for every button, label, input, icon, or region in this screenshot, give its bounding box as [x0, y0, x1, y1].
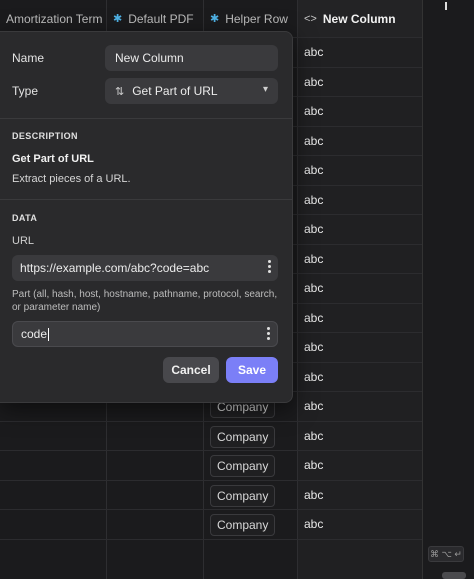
helper-row-chip[interactable]: Company [210, 455, 276, 477]
url-input[interactable]: https://example.com/abc?code=abc [12, 255, 278, 281]
row-divider [0, 450, 422, 451]
column-header-label: Amortization Term [6, 11, 103, 26]
new-column-cell[interactable]: abc [304, 156, 323, 185]
type-select[interactable]: ⇅ Get Part of URL ▾ [105, 78, 278, 104]
new-column-cell[interactable]: abc [304, 333, 323, 362]
new-column-cell[interactable]: abc [304, 510, 323, 539]
url-label: URL [12, 235, 35, 247]
part-input[interactable]: code [12, 321, 278, 347]
new-column-cell[interactable]: abc [304, 68, 323, 97]
new-column-cell[interactable]: abc [304, 392, 323, 421]
divider [0, 118, 292, 119]
part-input-value: code [21, 327, 48, 341]
new-column-cell[interactable]: abc [304, 245, 323, 274]
column-config-popup: Name New Column Type ⇅ Get Part of URL ▾… [0, 31, 293, 403]
type-label: Type [12, 84, 39, 98]
new-column-cell[interactable]: abc [304, 274, 323, 303]
row-divider [0, 479, 422, 481]
type-select-value: Get Part of URL [132, 84, 218, 98]
code-icon: <> [304, 12, 317, 25]
text-cursor [48, 327, 50, 341]
new-column-cell[interactable]: abc [304, 97, 323, 126]
row-divider [0, 509, 422, 510]
new-column-cell[interactable]: abc [304, 481, 323, 510]
column-header-new-column[interactable]: <> New Column [298, 0, 422, 38]
data-section-header: DATA [12, 213, 38, 223]
sparkle-icon: ✱ [210, 13, 220, 25]
name-label: Name [12, 51, 45, 65]
new-column-cell[interactable]: abc [304, 215, 323, 244]
description-text: Extract pieces of a URL. [12, 173, 131, 185]
save-button[interactable]: Save [226, 357, 278, 383]
row-divider [0, 420, 422, 422]
new-column-cell[interactable]: abc [304, 186, 323, 215]
divider [0, 199, 292, 200]
new-column-cell[interactable]: abc [304, 451, 323, 480]
new-column-cell[interactable]: abc [304, 422, 323, 451]
row-divider [0, 538, 422, 540]
url-input-value: https://example.com/abc?code=abc [20, 261, 210, 275]
new-column-cell[interactable]: abc [304, 363, 323, 392]
new-column-cell[interactable]: abc [304, 38, 323, 67]
keyboard-shortcut-hint: ⌘ ⌥ ↵ [428, 546, 464, 562]
new-column-cell[interactable]: abc [304, 304, 323, 333]
helper-row-chip[interactable]: Company [210, 514, 276, 536]
sparkle-icon: ✱ [113, 13, 123, 25]
column-header-label: Default PDF [128, 11, 194, 26]
column-new-column: <> New Column abc abc abc abc abc abc abc abc ab… [298, 0, 423, 579]
chevron-down-icon: ▾ [262, 84, 268, 95]
scroll-indicator[interactable] [445, 2, 447, 10]
description-section-header: DESCRIPTION [12, 131, 78, 141]
right-panel-strip [422, 0, 474, 579]
helper-row-chip[interactable]: Company [210, 425, 276, 448]
column-header-label: Helper Row [225, 11, 288, 26]
column-header-label: New Column [322, 11, 396, 26]
helper-row-chip[interactable]: Company [210, 484, 276, 507]
name-input[interactable]: New Column [105, 45, 278, 71]
new-column-cell[interactable]: abc [304, 127, 323, 156]
transform-icon: ⇅ [115, 85, 125, 98]
more-options-icon[interactable] [267, 327, 270, 340]
part-label: Part (all, hash, host, hostname, pathnam… [12, 289, 278, 313]
horizontal-scrollbar[interactable] [442, 572, 466, 579]
more-options-icon[interactable] [268, 260, 271, 273]
cancel-button[interactable]: Cancel [163, 357, 219, 383]
description-title: Get Part of URL [12, 153, 94, 165]
